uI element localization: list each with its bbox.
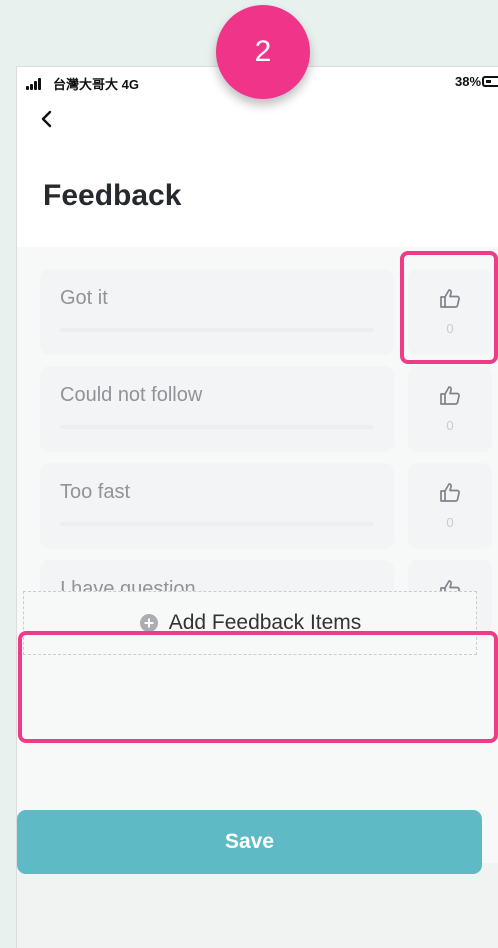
chevron-left-icon[interactable]: [35, 107, 59, 131]
feedback-item-label: Could not follow: [60, 384, 203, 406]
feedback-progress-bar: [60, 425, 374, 429]
feedback-item-card[interactable]: Too fast: [40, 463, 394, 549]
feedback-progress-bar: [60, 522, 374, 526]
carrier-label: 台灣大哥大 4G: [53, 77, 139, 92]
feedback-item-card[interactable]: Got it: [40, 269, 394, 355]
like-count: 0: [446, 418, 454, 433]
thumbs-up-icon: [438, 481, 462, 505]
like-button[interactable]: 0: [408, 366, 492, 452]
bottom-bar: [17, 863, 498, 948]
highlight-add-box: [18, 631, 498, 743]
feedback-item-label: Got it: [60, 287, 108, 309]
like-button[interactable]: 0: [408, 463, 492, 549]
feedback-item-label: Too fast: [60, 481, 131, 503]
like-count: 0: [446, 515, 454, 530]
battery-icon: [482, 76, 498, 87]
highlight-like-box: [400, 251, 498, 364]
save-button[interactable]: Save: [17, 810, 482, 874]
step-number-badge: 2: [216, 5, 310, 99]
page-title: Feedback: [43, 179, 182, 212]
thumbs-up-icon: [438, 384, 462, 408]
plus-circle-icon: [139, 613, 159, 633]
battery-percent: 38%: [455, 74, 482, 89]
feedback-item-card[interactable]: Could not follow: [40, 366, 394, 452]
feedback-progress-bar: [60, 328, 374, 332]
